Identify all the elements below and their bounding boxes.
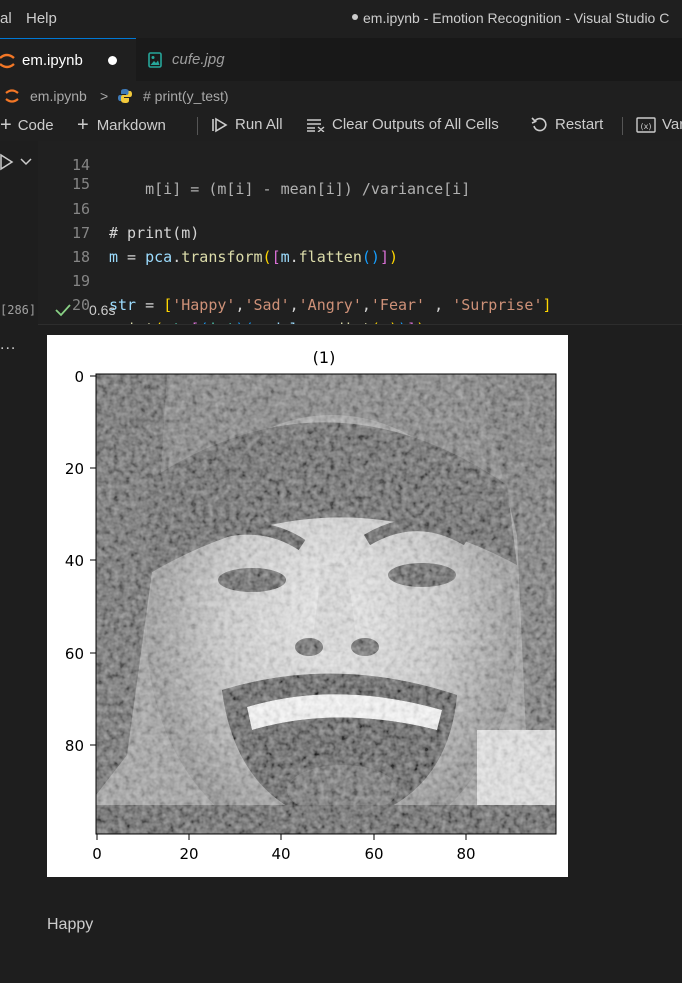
clear-outputs-button[interactable]: Clear Outputs of All Cells — [306, 116, 499, 133]
execution-status: 0.6s — [55, 302, 115, 318]
restart-label: Restart — [555, 116, 604, 133]
run-all-icon — [212, 117, 228, 132]
run-all-label: Run All — [235, 116, 283, 133]
x-tick-label: 40 — [271, 845, 290, 863]
add-markdown-label: Markdown — [96, 116, 166, 134]
code-line: 20 print(str[(int)(model.predict(m))]) — [38, 269, 682, 324]
check-icon — [55, 304, 71, 317]
y-tick-label: 80 — [65, 737, 84, 755]
python-icon — [118, 89, 132, 103]
variables-label: Var — [662, 116, 682, 133]
y-tick-label: 0 — [74, 368, 84, 386]
execution-time: 0.6s — [89, 302, 116, 318]
tab-label: cufe.jpg — [172, 51, 225, 68]
notebook-toolbar: + Code + Markdown Run All Clear Outputs … — [0, 111, 682, 141]
code-line: 18 — [38, 221, 682, 266]
output-figure: (1) 0 20 40 60 80 0 20 40 60 80 — [47, 335, 568, 877]
line-source: print(str[(int)(model.predict(m))]) — [109, 317, 425, 324]
add-code-cell-button[interactable]: + Code — [0, 114, 54, 136]
menu-help[interactable]: Help — [26, 10, 57, 27]
svg-text:(x): (x) — [641, 122, 652, 131]
jupyter-notebook-icon — [5, 89, 19, 103]
add-markdown-cell-button[interactable]: + Markdown — [77, 114, 166, 136]
y-tick-label: 20 — [65, 460, 84, 478]
run-all-button[interactable]: Run All — [211, 116, 283, 133]
code-cell-editor[interactable]: 14 m[i] = (m[i] - mean[i]) /variance[i] … — [38, 141, 682, 325]
y-axis: 0 20 40 60 80 — [65, 368, 96, 755]
x-axis: 0 20 40 60 80 — [92, 834, 476, 863]
breadcrumb: em.ipynb > # print(y_test) — [0, 81, 682, 111]
clear-all-icon — [307, 118, 325, 132]
output-stdout: Happy — [47, 916, 94, 933]
x-tick-label: 20 — [179, 845, 198, 863]
toolbar-separator — [622, 117, 623, 135]
variables-icon: (x) — [636, 116, 656, 133]
image-file-icon — [148, 52, 162, 68]
window-title: em.ipynb - Emotion Recognition - Visual … — [352, 10, 669, 26]
code-line: 19 str = ['Happy','Sad','Angry','Fear' ,… — [38, 245, 682, 314]
code-line: 15 — [38, 148, 682, 193]
figure-canvas: (1) 0 20 40 60 80 0 20 40 60 80 — [65, 348, 557, 863]
figure-title: (1) — [313, 348, 336, 367]
unsaved-dot-icon — [352, 14, 358, 21]
code-line: 17 m = pca.transform([m.flatten()]) — [38, 197, 682, 266]
output-more-actions-button[interactable]: ... — [0, 336, 16, 354]
y-tick-label: 60 — [65, 645, 84, 663]
tab-cufe-jpg[interactable]: cufe.jpg — [136, 38, 280, 81]
plus-icon: + — [0, 114, 12, 136]
restart-icon — [531, 116, 547, 131]
unsaved-changes-icon[interactable] — [108, 56, 117, 65]
play-icon — [0, 153, 14, 171]
x-tick-label: 60 — [364, 845, 383, 863]
title-bar: al Help em.ipynb - Emotion Recognition -… — [0, 0, 682, 38]
variables-button[interactable]: (x) Var — [636, 116, 682, 133]
plus-icon: + — [77, 114, 89, 136]
y-tick-label: 40 — [65, 552, 84, 570]
add-code-label: Code — [17, 116, 54, 134]
breadcrumb-file[interactable]: em.ipynb — [30, 88, 87, 104]
chevron-down-icon[interactable] — [20, 157, 32, 167]
x-tick-label: 0 — [92, 845, 102, 863]
window-title-text: em.ipynb - Emotion Recognition - Visual … — [363, 10, 670, 26]
restart-kernel-button[interactable]: Restart — [531, 116, 603, 133]
breadcrumb-separator: > — [100, 88, 109, 104]
face-image — [96, 374, 556, 834]
clear-outputs-label: Clear Outputs of All Cells — [332, 116, 499, 133]
line-source: str = ['Happy','Sad','Angry','Fear' , 'S… — [109, 296, 552, 314]
tab-label: em.ipynb — [22, 52, 83, 69]
x-tick-label: 80 — [456, 845, 475, 863]
breadcrumb-cell[interactable]: # print(y_test) — [143, 88, 229, 104]
tab-em-ipynb[interactable]: em.ipynb — [0, 38, 136, 81]
code-line: 16 # print(m) — [38, 173, 682, 242]
toolbar-separator — [197, 117, 198, 135]
jupyter-notebook-icon — [0, 53, 15, 69]
menu-terminal[interactable]: al — [0, 10, 12, 27]
execution-count: [286] — [0, 303, 37, 317]
tab-bar: em.ipynb cufe.jpg — [0, 38, 682, 81]
